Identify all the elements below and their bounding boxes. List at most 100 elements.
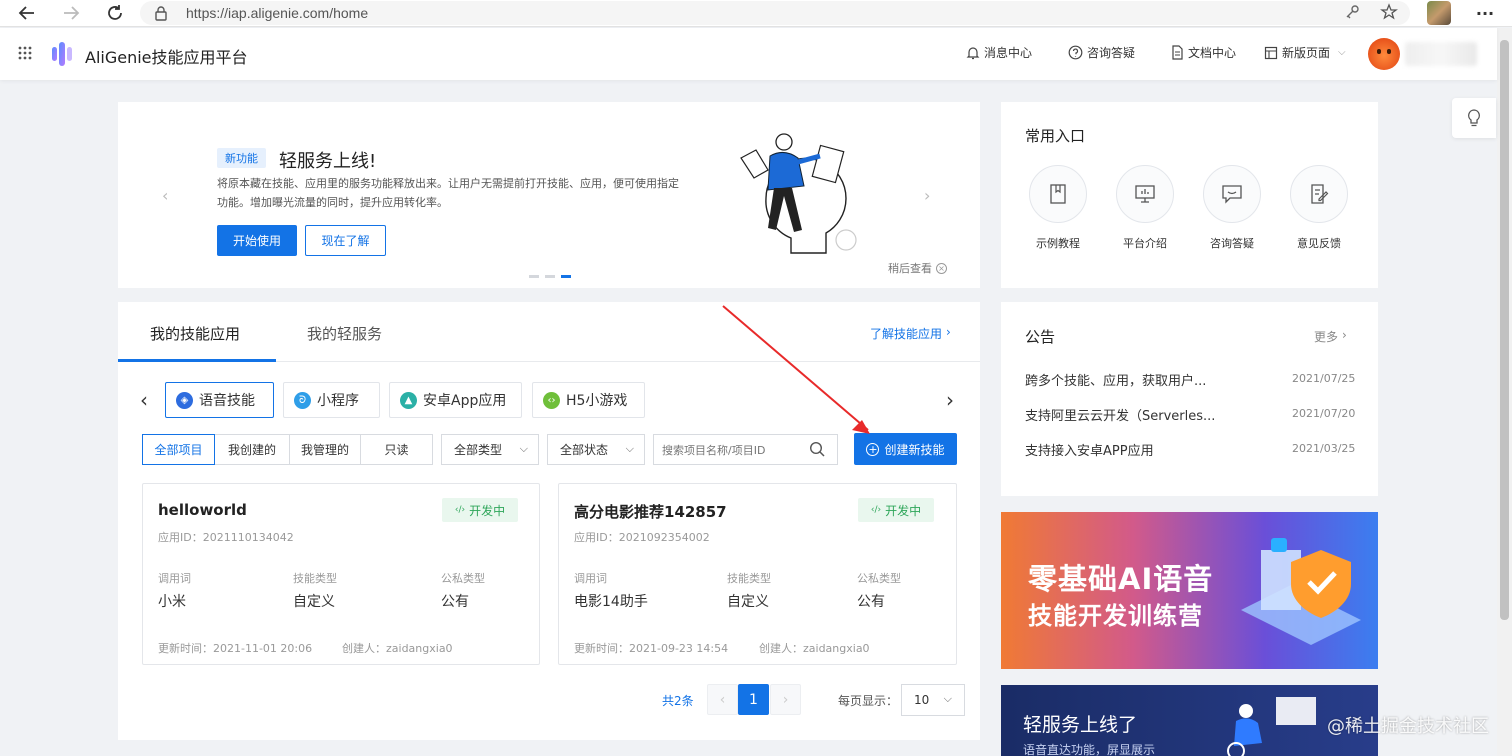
filter-created[interactable]: 我创建的 — [214, 434, 290, 465]
quick-entry-title: 常用入口 — [1025, 127, 1086, 145]
category-h5-label: H5小游戏 — [566, 393, 628, 409]
back-icon[interactable] — [10, 1, 44, 25]
per-page-select[interactable]: 10 ⌵ — [901, 684, 965, 716]
page-next-icon[interactable]: › — [770, 684, 801, 715]
app-header: AliGenie技能应用平台 消息中心 咨询答疑 文档中心 新版页面 ⌵ — [0, 28, 1497, 80]
tab-light-services[interactable]: 我的轻服务 — [307, 323, 382, 344]
feedback-icon — [1311, 184, 1329, 204]
help-circle-icon — [1068, 45, 1083, 60]
category-mini-program[interactable]: ᘐ 小程序 — [283, 382, 380, 418]
address-bar[interactable]: https://iap.aligenie.com/home — [140, 1, 1410, 25]
chat-icon — [1222, 185, 1242, 204]
project-name[interactable]: 高分电影推荐142857 — [574, 501, 727, 522]
invocation-value: 电影14助手 — [574, 594, 648, 610]
aligenie-logo-icon[interactable] — [50, 39, 76, 72]
announcement-item[interactable]: 支持接入安卓APP应用 — [1025, 440, 1154, 459]
promo-banner-light-service[interactable]: 轻服务上线了 语音直达功能，屏显展示 — [1001, 685, 1378, 756]
quick-item-feedback[interactable] — [1290, 165, 1348, 223]
more-link[interactable]: 更多 › — [1314, 328, 1347, 345]
username-blurred[interactable] — [1405, 42, 1477, 66]
chevron-down-icon: ⌵ — [625, 442, 634, 455]
view-later-link[interactable]: 稍后查看 × — [888, 260, 947, 276]
type-select[interactable]: 全部类型 ⌵ — [441, 434, 539, 465]
carousel-dot-active[interactable] — [561, 275, 571, 278]
category-android-app[interactable]: ▲ 安卓App应用 — [389, 382, 522, 418]
invocation-label: 调用词 — [158, 572, 191, 585]
quick-item-help[interactable] — [1203, 165, 1261, 223]
search-input[interactable] — [662, 440, 802, 460]
quick-item-feedback-label: 意见反馈 — [1297, 237, 1341, 250]
announcement-item[interactable]: 跨多个技能、应用，获取用户... — [1025, 370, 1206, 389]
user-avatar[interactable] — [1368, 38, 1400, 70]
app-title[interactable]: AliGenie技能应用平台 — [85, 44, 248, 68]
promo-banner-training[interactable]: 零基础AI语音 技能开发训练营 — [1001, 512, 1378, 669]
document-icon — [1172, 45, 1183, 60]
project-card[interactable]: helloworld ‹/› 开发中 应用ID：2021110134042 调用… — [142, 483, 540, 665]
more-menu-icon[interactable]: ··· — [1470, 1, 1500, 25]
status-badge-label: 开发中 — [885, 503, 922, 518]
nav-help[interactable]: 咨询答疑 — [1068, 44, 1135, 61]
new-feature-tag: 新功能 — [217, 148, 266, 168]
book-icon — [1050, 184, 1066, 204]
key-icon[interactable] — [1344, 4, 1360, 23]
project-card[interactable]: 高分电影推荐142857 ‹/› 开发中 应用ID：2021092354002 … — [558, 483, 957, 665]
per-page-value: 10 — [914, 693, 930, 707]
nav-new-version[interactable]: 新版页面 ⌵ — [1264, 44, 1346, 61]
reload-icon[interactable] — [98, 1, 132, 25]
lightbulb-tip-icon[interactable] — [1452, 98, 1496, 138]
scrollbar-thumb[interactable] — [1500, 40, 1509, 620]
learn-skills-link[interactable]: 了解技能应用 › — [870, 325, 951, 342]
carousel-dot[interactable] — [545, 275, 555, 278]
tab-active-indicator — [118, 359, 276, 362]
page-current[interactable]: 1 — [738, 684, 769, 715]
status-select[interactable]: 全部状态 ⌵ — [547, 434, 645, 465]
lock-icon[interactable] — [154, 5, 168, 24]
search-icon[interactable] — [809, 441, 825, 460]
apps-grid-icon[interactable] — [18, 46, 32, 63]
scrollbar-track[interactable] — [1497, 28, 1512, 756]
category-prev-icon[interactable]: ‹ — [140, 388, 148, 412]
close-circle-icon: × — [936, 262, 947, 274]
filter-readonly[interactable]: 只读 — [360, 434, 433, 465]
carousel-prev-icon[interactable]: ‹ — [162, 186, 168, 205]
banner-desc-line2: 功能。增加曝光流量的同时，提升应用转化率。 — [217, 196, 448, 209]
announcement-item[interactable]: 支持阿里云云开发（Serverles... — [1025, 405, 1215, 424]
promo-line2: 技能开发训练营 — [1028, 602, 1203, 630]
filter-all[interactable]: 全部项目 — [142, 434, 215, 465]
announcements-title: 公告 — [1025, 328, 1056, 346]
project-app-id: 应用ID：2021092354002 — [574, 531, 710, 544]
category-voice-skill[interactable]: ◈ 语音技能 — [165, 382, 274, 418]
quick-item-intro[interactable] — [1116, 165, 1174, 223]
code-icon: ‹/› — [870, 505, 882, 515]
project-name[interactable]: helloworld — [158, 501, 247, 519]
chevron-right-icon: › — [946, 325, 951, 339]
profile-avatar[interactable] — [1427, 1, 1451, 25]
url-text[interactable]: https://iap.aligenie.com/home — [186, 5, 368, 21]
announcement-date: 2021/03/25 — [1292, 442, 1356, 455]
carousel-next-icon[interactable]: › — [924, 186, 930, 205]
category-h5-game[interactable]: ‹› H5小游戏 — [532, 382, 645, 418]
carousel-dot[interactable] — [529, 275, 539, 278]
forward-icon[interactable] — [54, 1, 88, 25]
quick-item-help-label: 咨询答疑 — [1210, 237, 1254, 250]
watermark-text: @稀土掘金技术社区 — [1327, 716, 1489, 737]
category-next-icon[interactable]: › — [946, 388, 954, 412]
start-using-button[interactable]: 开始使用 — [217, 225, 297, 256]
banner-title: 轻服务上线! — [279, 151, 377, 172]
status-select-value: 全部状态 — [560, 443, 609, 457]
browser-toolbar: https://iap.aligenie.com/home ··· — [0, 0, 1512, 27]
nav-docs-label: 文档中心 — [1188, 46, 1237, 60]
chevron-right-icon: › — [1342, 328, 1347, 342]
tab-my-skills[interactable]: 我的技能应用 — [150, 323, 240, 344]
learn-skills-label: 了解技能应用 — [870, 327, 943, 341]
updated-time: 更新时间：2021-09-23 14:54 — [574, 642, 729, 655]
learn-now-button[interactable]: 现在了解 — [305, 225, 386, 256]
nav-docs[interactable]: 文档中心 — [1171, 44, 1236, 61]
page-prev-icon[interactable]: ‹ — [707, 684, 738, 715]
nav-messages[interactable]: 消息中心 — [966, 44, 1032, 61]
filter-managed[interactable]: 我管理的 — [289, 434, 361, 465]
nav-help-label: 咨询答疑 — [1087, 46, 1136, 60]
favorite-star-icon[interactable] — [1380, 3, 1398, 24]
quick-item-tutorial[interactable] — [1029, 165, 1087, 223]
promo2-subtitle: 语音直达功能，屏显展示 — [1023, 743, 1156, 756]
